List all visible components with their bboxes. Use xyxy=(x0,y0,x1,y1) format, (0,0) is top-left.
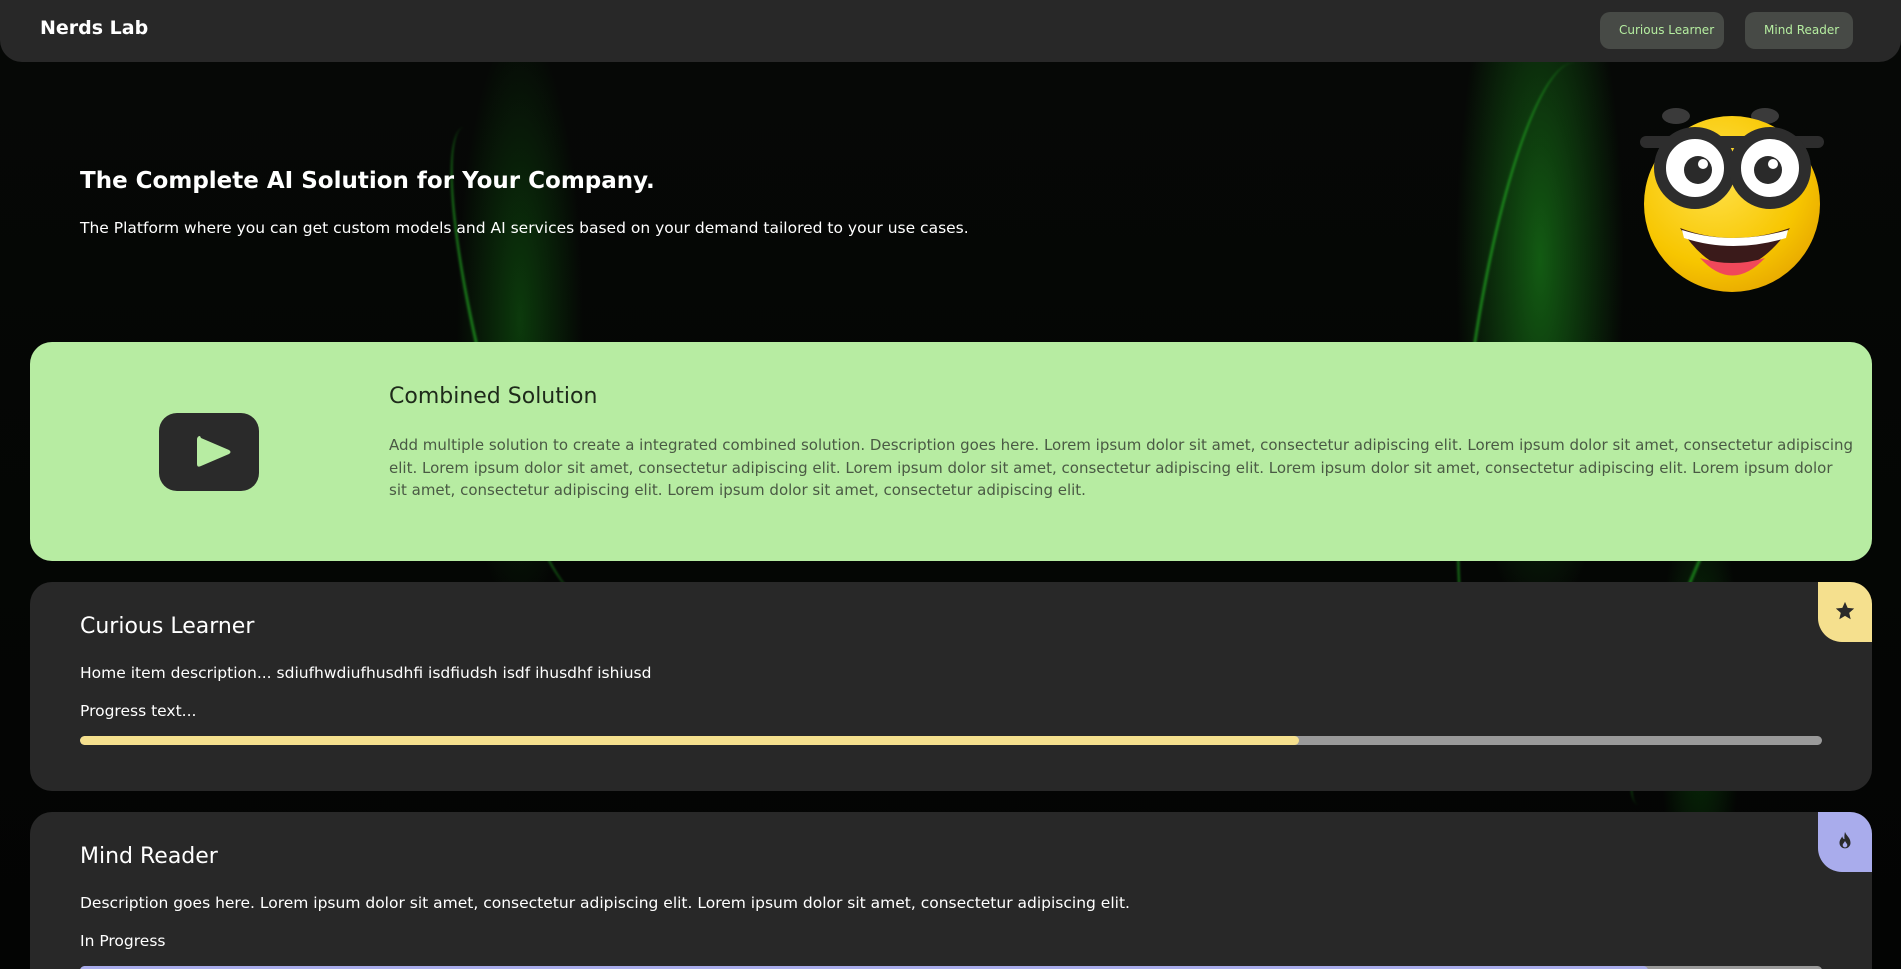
card-badge xyxy=(1818,812,1872,872)
combined-solution-card[interactable]: Combined Solution Add multiple solution … xyxy=(30,342,1872,561)
curious-learner-card[interactable]: Curious Learner Home item description...… xyxy=(30,582,1872,791)
page: Nerds Lab Curious Learner Mind Reader Th… xyxy=(0,0,1901,969)
top-navbar: Nerds Lab Curious Learner Mind Reader xyxy=(0,0,1901,62)
card-badge xyxy=(1818,582,1872,642)
nav-button-mind-reader[interactable]: Mind Reader xyxy=(1745,12,1853,49)
flame-icon xyxy=(1839,831,1851,849)
nerd-face-icon xyxy=(1640,108,1824,292)
card-title: Curious Learner xyxy=(80,614,255,639)
play-button[interactable] xyxy=(159,413,259,491)
card-title: Mind Reader xyxy=(80,844,218,869)
star-icon xyxy=(1835,601,1855,620)
brand-logo-text[interactable]: Nerds Lab xyxy=(40,17,148,39)
combined-solution-description: Add multiple solution to create a integr… xyxy=(389,436,1854,499)
combined-solution-title: Combined Solution xyxy=(389,384,598,409)
progress-text: In Progress xyxy=(80,932,166,950)
mind-reader-card[interactable]: Mind Reader Description goes here. Lorem… xyxy=(30,812,1872,969)
progress-text: Progress text... xyxy=(80,702,197,720)
hero-title: The Complete AI Solution for Your Compan… xyxy=(80,168,655,194)
hero-subtitle: The Platform where you can get custom mo… xyxy=(80,219,969,237)
play-icon xyxy=(197,436,231,467)
card-description: Home item description... sdiufhwdiufhusd… xyxy=(80,664,652,682)
card-description: Description goes here. Lorem ipsum dolor… xyxy=(80,894,1130,912)
nav-button-curious-learner[interactable]: Curious Learner xyxy=(1600,12,1724,49)
progress-track xyxy=(80,736,1822,745)
progress-fill xyxy=(80,736,1300,745)
